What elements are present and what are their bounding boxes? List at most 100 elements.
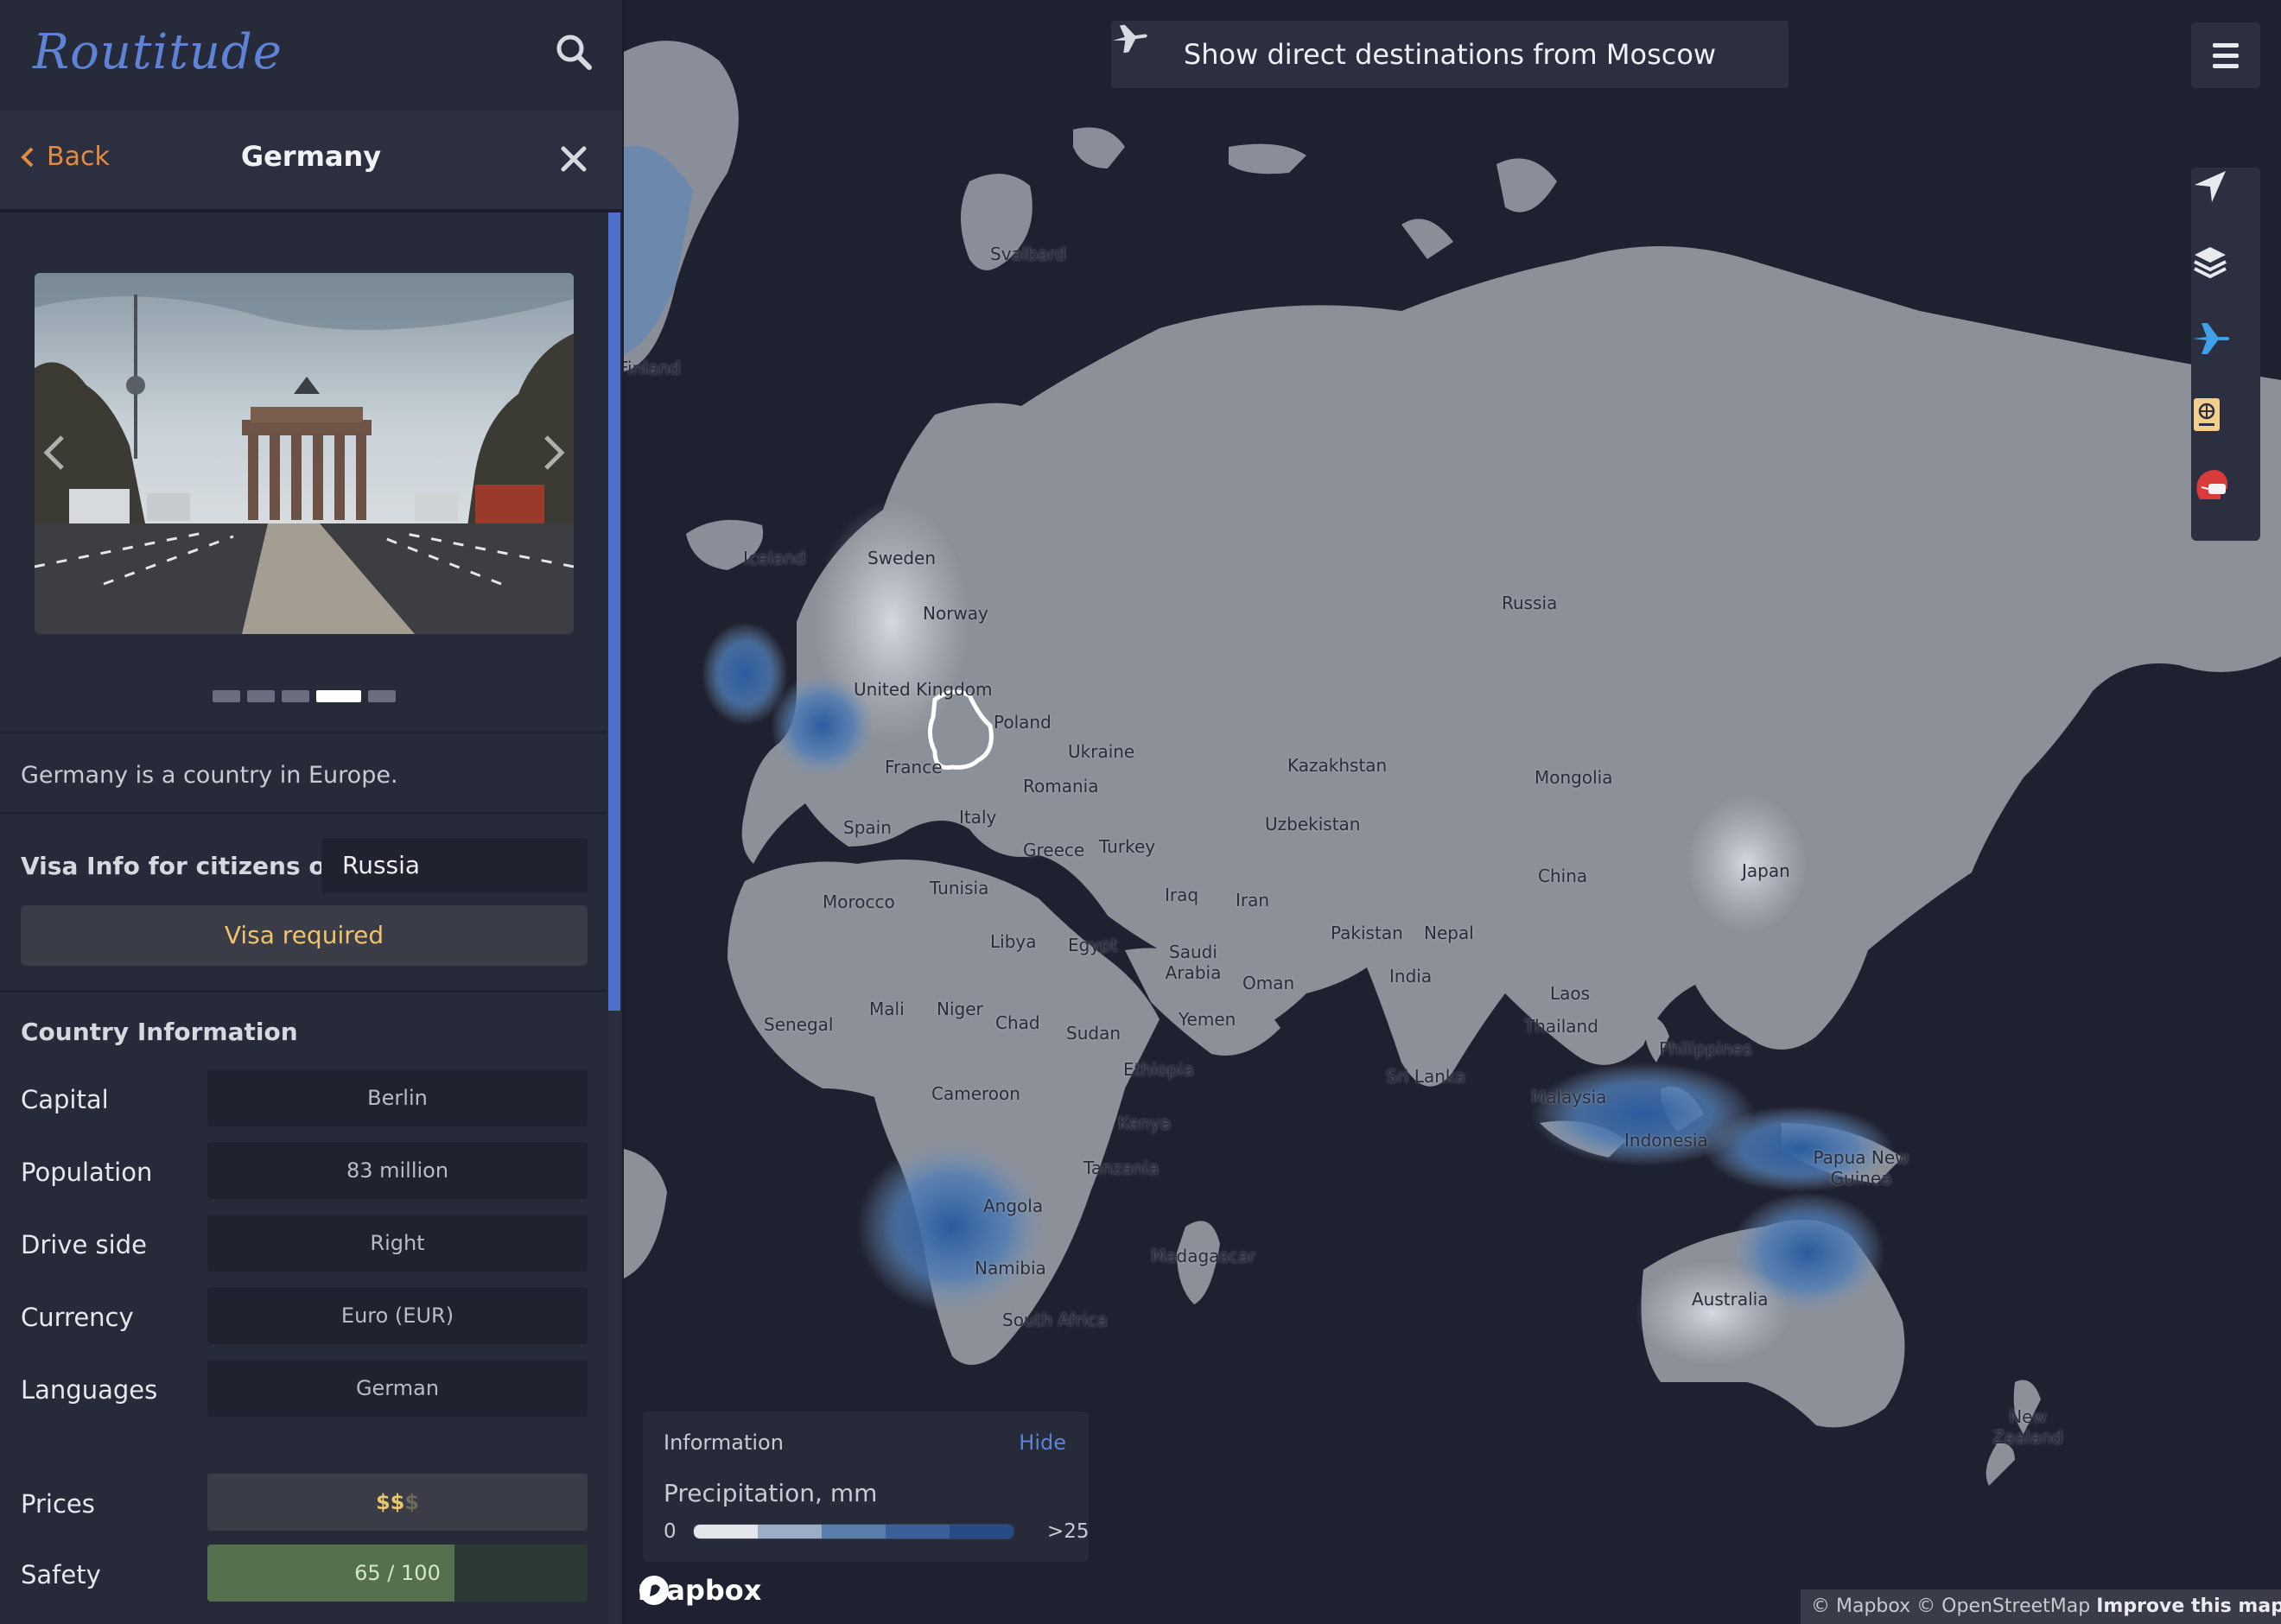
map-label: Finland <box>624 358 681 378</box>
map-label: Niger <box>937 999 983 1019</box>
carousel-dot[interactable] <box>282 690 309 702</box>
map-label: Australia <box>1692 1289 1769 1310</box>
languages-label: Languages <box>21 1375 158 1405</box>
chevron-right-icon <box>544 435 565 470</box>
map-label: France <box>885 757 943 777</box>
map-label: Norway <box>923 603 988 624</box>
direct-destinations-button[interactable]: Show direct destinations from Moscow <box>1111 21 1789 88</box>
map-label: Sweden <box>867 548 937 568</box>
country-header: Back Germany <box>0 111 622 213</box>
visa-status-badge: Visa required <box>21 905 588 966</box>
map-label: South Africa <box>1002 1310 1108 1330</box>
country-info-title: Country Information <box>21 1018 298 1046</box>
brand-bar: Routitude <box>0 0 622 112</box>
plane-icon <box>1113 24 1147 54</box>
app-logo[interactable]: Routitude <box>33 24 283 80</box>
map-label: Libya <box>990 931 1037 952</box>
sidebar-scrollbar[interactable] <box>608 213 620 1011</box>
carousel-indicators <box>213 690 396 702</box>
citizenship-select[interactable]: Russia <box>321 838 588 893</box>
carousel-dot[interactable] <box>247 690 275 702</box>
map-label: Thailand <box>1524 1016 1598 1037</box>
map-label: Iran <box>1236 890 1270 910</box>
layers-icon <box>2194 247 2227 279</box>
safety-meter: 65 / 100 <box>207 1545 588 1602</box>
divider <box>0 812 607 815</box>
map-label: Russia <box>1502 593 1558 613</box>
photo-prev-button[interactable] <box>38 427 73 479</box>
plane-icon <box>2193 323 2230 354</box>
map-label: Oman <box>1242 973 1295 993</box>
map-label: Spain <box>843 817 892 838</box>
close-button[interactable] <box>556 142 591 176</box>
map-label: Kenya <box>1118 1113 1172 1133</box>
covid-button[interactable] <box>2191 465 2260 541</box>
prices-value: $$$ <box>207 1474 588 1531</box>
divider <box>0 990 607 993</box>
flights-button[interactable] <box>2191 320 2260 396</box>
map-legend-panel: Information Hide Precipitation, mm 0 >25 <box>643 1411 1090 1562</box>
map-label: Cameroon <box>931 1083 1020 1104</box>
covid-icon <box>2196 470 2227 499</box>
legend-color-step <box>822 1525 886 1538</box>
map-label: Italy <box>959 807 997 828</box>
map-label: India <box>1389 966 1433 986</box>
carousel-dot[interactable] <box>316 690 361 702</box>
map-label: Japan <box>1742 860 1790 881</box>
attribution-text[interactable]: © Mapbox © OpenStreetMap <box>1811 1595 2090 1617</box>
country-photo-carousel[interactable] <box>35 273 574 634</box>
mapbox-logo-icon <box>639 1576 669 1605</box>
divider <box>0 731 607 733</box>
photo-next-button[interactable] <box>536 427 570 479</box>
mapbox-logo[interactable]: mapbox <box>638 1574 761 1607</box>
map-label: Greece <box>1023 840 1085 860</box>
menu-icon <box>2213 43 2239 68</box>
visa-label: Visa Info for citizens of <box>21 852 336 880</box>
carousel-dot[interactable] <box>213 690 240 702</box>
drive-side-value: Right <box>207 1215 588 1272</box>
map-label: Laos <box>1550 983 1591 1004</box>
map-label: Morocco <box>823 891 895 912</box>
map-label: Uzbekistan <box>1265 814 1361 834</box>
map-label: Kazakhstan <box>1287 755 1388 776</box>
map-label: Tanzania <box>1083 1158 1160 1178</box>
layers-button[interactable] <box>2191 244 2260 320</box>
country-title: Germany <box>240 140 382 173</box>
search-button[interactable] <box>553 31 596 74</box>
map-label: Mongolia <box>1534 767 1613 788</box>
map-label: Svalbard <box>990 244 1066 264</box>
map-label: Philippines <box>1659 1038 1752 1059</box>
drive-side-label: Drive side <box>21 1230 147 1259</box>
visa-map-button[interactable] <box>2191 396 2260 472</box>
improve-map-link[interactable]: Improve this map <box>2096 1595 2281 1617</box>
population-label: Population <box>21 1158 153 1187</box>
legend-max: >25 <box>1047 1520 1090 1543</box>
legend-metric: Precipitation, mm <box>664 1479 878 1507</box>
legend-hide-button[interactable]: Hide <box>1019 1431 1066 1455</box>
carousel-dot[interactable] <box>368 690 396 702</box>
map-label: Saudi Arabia <box>1165 942 1222 983</box>
direct-destinations-label: Show direct destinations from Moscow <box>1183 38 1717 71</box>
world-map[interactable]: Svalbard Finland Iceland Sweden Norway U… <box>624 0 2281 1624</box>
map-label: Tunisia <box>930 878 989 898</box>
prices-level: $$ <box>375 1490 405 1514</box>
map-label: Ukraine <box>1068 741 1135 762</box>
menu-button[interactable] <box>2191 22 2260 88</box>
map-label: Yemen <box>1179 1009 1236 1030</box>
capital-value: Berlin <box>207 1069 588 1126</box>
map-label: Senegal <box>764 1014 834 1035</box>
map-toolbar <box>2191 168 2260 541</box>
map-label: Iceland <box>743 548 806 568</box>
prices-label: Prices <box>21 1489 95 1519</box>
legend-min: 0 <box>664 1520 677 1543</box>
currency-value: Euro (EUR) <box>207 1287 588 1344</box>
locate-button[interactable] <box>2191 168 2260 244</box>
close-icon <box>561 146 587 172</box>
languages-value: German <box>207 1360 588 1417</box>
chevron-left-icon <box>43 435 64 470</box>
map-label: Ethiopia <box>1123 1059 1194 1080</box>
country-photo <box>35 273 574 634</box>
prices-remaining: $ <box>404 1490 420 1514</box>
map-label: Nepal <box>1424 923 1474 943</box>
map-label: United Kingdom <box>854 679 993 700</box>
